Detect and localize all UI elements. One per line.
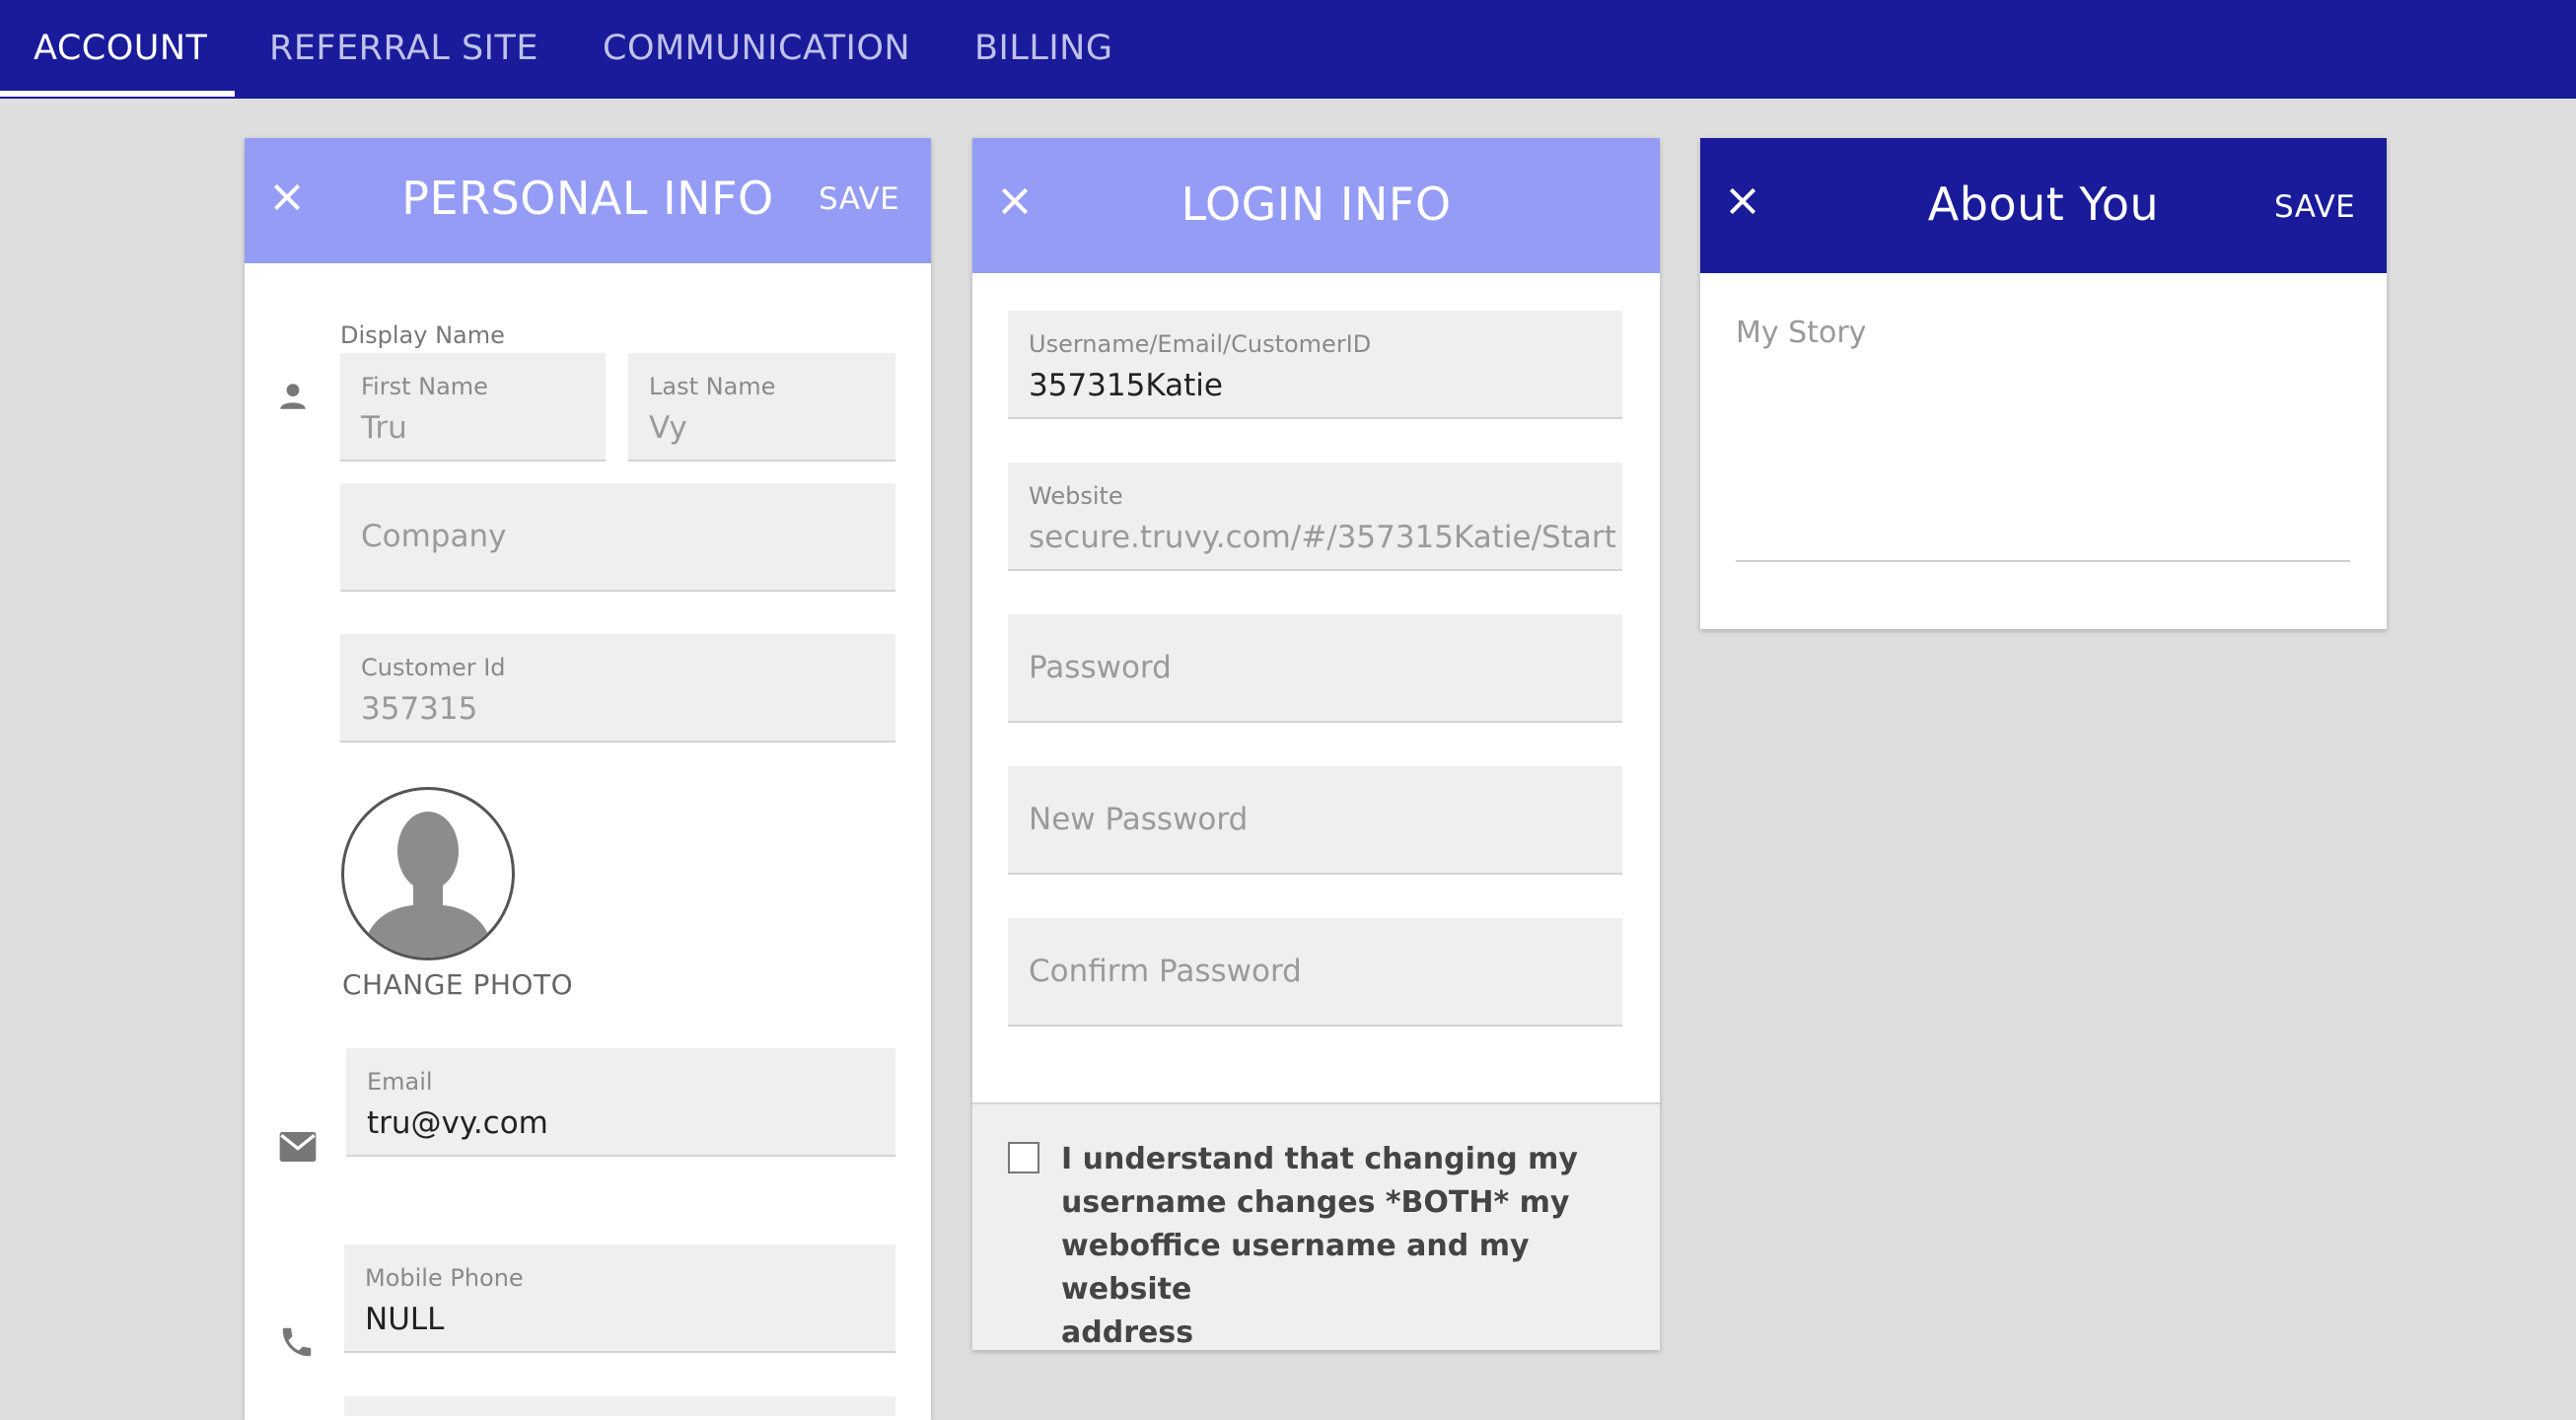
first-name-label: First Name (361, 373, 488, 400)
tab-referral-site[interactable]: REFERRAL SITE (269, 0, 538, 99)
about-you-header: About You SAVE (1700, 138, 2387, 273)
my-story-textarea[interactable] (1736, 306, 2350, 698)
company-placeholder: Company (361, 519, 507, 554)
person-icon (276, 380, 310, 413)
last-name-field[interactable]: Last Name Vy (628, 353, 895, 462)
about-you-card: About You SAVE My Story (1700, 138, 2387, 629)
username-change-notice-area: I understand that changing my username c… (972, 1102, 1660, 1350)
mobile-phone-field[interactable]: Mobile Phone NULL (344, 1244, 895, 1353)
phone-icon (278, 1323, 316, 1361)
avatar[interactable] (341, 787, 515, 960)
password-placeholder: Password (1029, 650, 1172, 685)
mobile-phone-label: Mobile Phone (365, 1264, 524, 1292)
change-photo-button[interactable]: CHANGE PHOTO (342, 968, 573, 1001)
tab-billing[interactable]: BILLING (974, 0, 1112, 99)
understand-checkbox[interactable] (1008, 1142, 1039, 1173)
confirm-password-placeholder: Confirm Password (1029, 954, 1302, 989)
first-name-value: Tru (361, 410, 407, 446)
confirm-password-field[interactable]: Confirm Password (1008, 918, 1622, 1027)
login-info-title: LOGIN INFO (1181, 178, 1452, 231)
next-field-partial[interactable] (344, 1396, 895, 1416)
mobile-phone-value: NULL (365, 1302, 445, 1337)
display-name-label: Display Name (340, 321, 505, 349)
notice-line: weboffice username and my website (1061, 1229, 1530, 1307)
customer-id-value: 357315 (361, 691, 478, 727)
login-info-header: LOGIN INFO (972, 138, 1660, 273)
password-field[interactable]: Password (1008, 614, 1622, 723)
my-story-underline (1736, 560, 2350, 562)
active-tab-indicator (0, 91, 235, 97)
tab-account[interactable]: ACCOUNT (34, 0, 207, 99)
username-change-notice: I understand that changing my username c… (1061, 1138, 1660, 1355)
website-field[interactable]: Website secure.truvy.com/#/357315Katie/S… (1008, 462, 1622, 571)
new-password-field[interactable]: New Password (1008, 766, 1622, 875)
notice-line: address (1061, 1315, 1194, 1350)
top-nav-bar: ACCOUNT REFERRAL SITE COMMUNICATION BILL… (0, 0, 2576, 99)
email-icon (278, 1130, 318, 1164)
personal-info-save-button[interactable]: SAVE (819, 181, 899, 217)
last-name-label: Last Name (649, 373, 776, 400)
tab-communication[interactable]: COMMUNICATION (603, 0, 910, 99)
new-password-placeholder: New Password (1029, 802, 1249, 837)
about-you-save-button[interactable]: SAVE (2274, 189, 2355, 225)
company-field[interactable]: Company (340, 483, 895, 592)
username-value: 357315Katie (1029, 368, 1223, 403)
login-info-card: LOGIN INFO Username/Email/CustomerID 357… (972, 138, 1660, 1350)
notice-line: username changes *BOTH* my (1061, 1185, 1570, 1220)
website-value: secure.truvy.com/#/357315Katie/Start (1029, 520, 1616, 555)
notice-line: I understand that changing my (1061, 1142, 1578, 1176)
email-value: tru@vy.com (367, 1105, 548, 1141)
email-field[interactable]: Email tru@vy.com (346, 1048, 895, 1157)
customer-id-label: Customer Id (361, 654, 506, 681)
username-label: Username/Email/CustomerID (1029, 330, 1372, 358)
username-field[interactable]: Username/Email/CustomerID 357315Katie (1008, 311, 1622, 419)
customer-id-field[interactable]: Customer Id 357315 (340, 634, 895, 743)
personal-info-header: PERSONAL INFO SAVE (245, 138, 931, 263)
last-name-value: Vy (649, 410, 687, 446)
website-label: Website (1029, 482, 1123, 510)
first-name-field[interactable]: First Name Tru (340, 353, 606, 462)
email-label: Email (367, 1068, 433, 1096)
personal-info-card: PERSONAL INFO SAVE Display Name First Na… (245, 138, 931, 1420)
